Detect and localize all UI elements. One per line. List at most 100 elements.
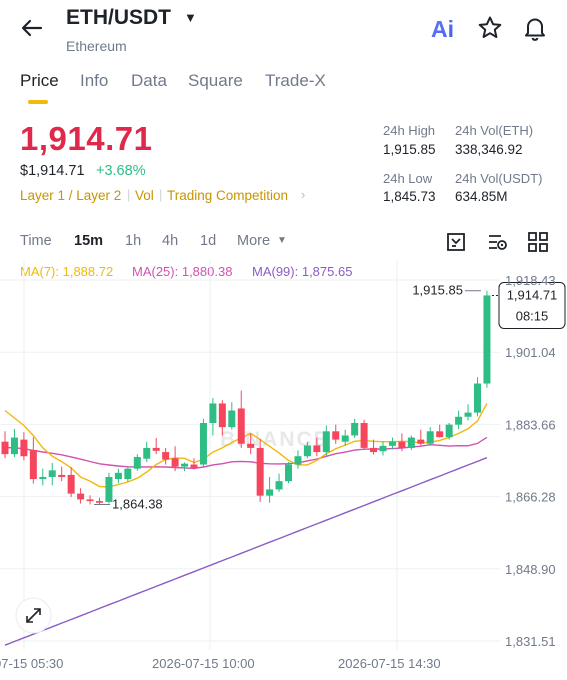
- last-price-label: 1,914.71: [507, 287, 558, 302]
- tag-separator: |: [127, 187, 131, 202]
- low-marker-label: 1,864.38: [112, 496, 163, 511]
- candle-body: [426, 431, 434, 444]
- stat-low-label: 24h Low: [383, 171, 433, 186]
- candle-body: [228, 410, 236, 428]
- interval-time[interactable]: Time: [20, 233, 52, 249]
- candle-body: [39, 476, 47, 480]
- high-marker-label: 1,915.85: [412, 283, 463, 298]
- candle-body: [351, 422, 359, 436]
- candle-body: [464, 412, 472, 417]
- coin-name: Ethereum: [66, 38, 127, 54]
- tab-square[interactable]: Square: [188, 71, 243, 91]
- interval-more[interactable]: More: [237, 233, 270, 249]
- stat-high-label: 24h High: [383, 123, 436, 138]
- interval-1h[interactable]: 1h: [125, 233, 141, 249]
- countdown-label: 08:15: [516, 308, 549, 323]
- more-caret-icon[interactable]: ▼: [277, 235, 287, 246]
- ma99-line: [4, 457, 488, 646]
- y-tick-label: 1,901.04: [505, 345, 556, 360]
- back-arrow-icon[interactable]: [18, 14, 46, 42]
- candle-body: [256, 447, 264, 496]
- candle-body: [86, 499, 94, 502]
- stat-vol-base-label: 24h Vol(ETH): [455, 123, 534, 138]
- interval-4h[interactable]: 4h: [162, 233, 178, 249]
- stat-vol-quote-value: 634.85M: [455, 189, 508, 204]
- interval-1d[interactable]: 1d: [200, 233, 216, 249]
- star-icon[interactable]: [476, 14, 504, 42]
- y-tick-label: 1,866.28: [505, 490, 556, 505]
- tag-trading-competition[interactable]: Trading Competition: [167, 188, 288, 203]
- tab-trade-x[interactable]: Trade-X: [265, 71, 326, 91]
- y-tick-label: 1,918.43: [505, 273, 556, 288]
- candle-body: [237, 408, 245, 444]
- candle-body: [285, 464, 292, 482]
- candle-body: [67, 474, 75, 494]
- candle-body: [143, 447, 151, 459]
- candlestick-chart[interactable]: BINANCE 1,915.851,864.381,914.7108:15 1,…: [0, 260, 567, 680]
- candle-body: [313, 445, 321, 453]
- tab-info[interactable]: Info: [80, 71, 108, 91]
- candle-body: [48, 470, 56, 477]
- tab-data[interactable]: Data: [131, 71, 167, 91]
- candle-body: [341, 435, 349, 442]
- candle-body: [133, 457, 141, 469]
- candle-body: [360, 422, 368, 448]
- stat-vol-base-value: 338,346.92: [455, 142, 523, 157]
- header: ETH/USDT ▼ Ethereum Ai: [0, 0, 567, 62]
- usd-price: $1,914.71: [20, 163, 85, 179]
- candle-body: [181, 463, 189, 467]
- last-price: 1,914.71: [20, 120, 153, 157]
- candle-body: [455, 416, 463, 425]
- pair-title[interactable]: ETH/USDT: [66, 6, 171, 30]
- candle-body: [483, 295, 491, 384]
- candle-body: [77, 493, 85, 500]
- stat-vol-quote-label: 24h Vol(USDT): [455, 171, 543, 186]
- candle-body: [96, 501, 103, 503]
- y-tick-label: 1,831.51: [505, 634, 556, 649]
- ai-icon[interactable]: Ai: [430, 14, 458, 42]
- candle-body: [445, 424, 453, 438]
- candle-body: [20, 439, 28, 457]
- chart-settings-icon[interactable]: [487, 231, 509, 253]
- tag-layer[interactable]: Layer 1 / Layer 2: [20, 188, 121, 203]
- candle-body: [407, 437, 415, 448]
- candle-body: [10, 437, 18, 455]
- tab-price[interactable]: Price: [20, 71, 59, 91]
- candle-body: [266, 489, 274, 496]
- caret-down-icon[interactable]: ▼: [184, 10, 197, 25]
- candle-body: [247, 443, 255, 448]
- candle-body: [114, 472, 122, 480]
- expand-icon[interactable]: [15, 597, 52, 634]
- grid-layout-icon[interactable]: [527, 231, 549, 253]
- candle-body: [332, 431, 340, 440]
- candle-body: [398, 441, 406, 448]
- candle-body: [303, 445, 311, 457]
- chevron-right-icon[interactable]: ›: [301, 187, 305, 202]
- candle-body: [124, 468, 132, 480]
- candle-body: [294, 456, 302, 465]
- x-tick-label: 07-15 05:30: [0, 656, 63, 671]
- interval-15m[interactable]: 15m: [74, 233, 103, 249]
- candle-body: [209, 403, 217, 423]
- candle-body: [370, 447, 378, 453]
- candle-body: [58, 474, 66, 477]
- change-percent: +3.68%: [96, 163, 146, 179]
- candle-body: [275, 481, 283, 490]
- candle-body: [190, 464, 198, 468]
- x-tick-label: 2026-07-15 10:00: [152, 656, 255, 671]
- candle-body: [417, 439, 425, 444]
- indicator-settings-icon[interactable]: [446, 231, 468, 253]
- tag-vol[interactable]: Vol: [135, 188, 154, 203]
- candle-body: [322, 431, 330, 453]
- y-tick-label: 1,883.66: [505, 417, 556, 432]
- candle-body: [29, 449, 37, 480]
- bell-icon[interactable]: [521, 14, 549, 42]
- candle-body: [474, 383, 481, 413]
- stat-low-value: 1,845.73: [383, 189, 436, 204]
- candle-body: [152, 447, 160, 451]
- y-tick-label: 1,848.90: [505, 562, 556, 577]
- x-tick-label: 2026-07-15 14:30: [338, 656, 441, 671]
- svg-text:Ai: Ai: [431, 16, 454, 42]
- active-tab-indicator: [28, 100, 48, 104]
- candle-body: [162, 452, 170, 460]
